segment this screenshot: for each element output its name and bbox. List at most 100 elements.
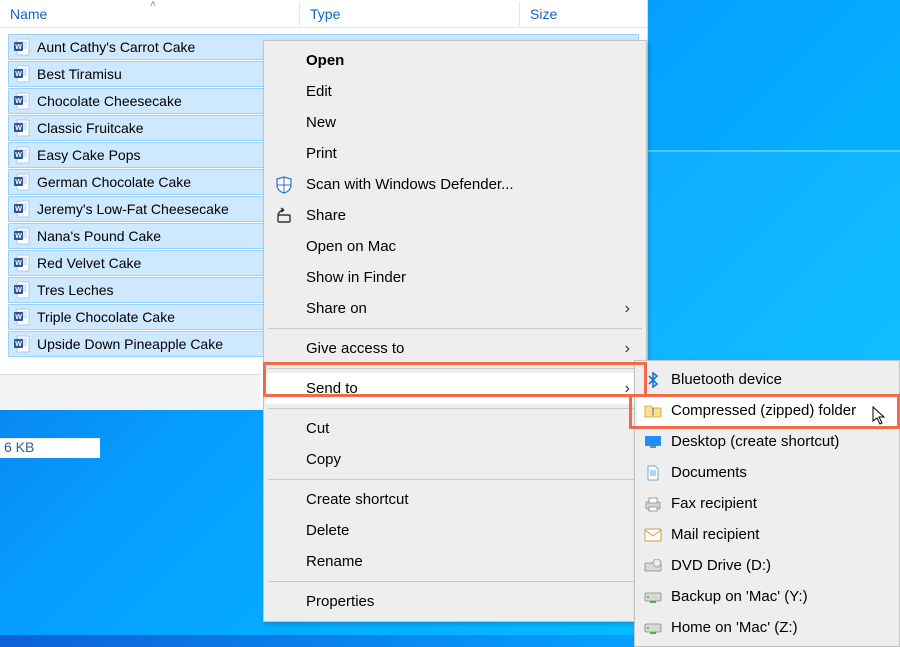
menu-new-label: New: [306, 114, 336, 131]
menu-properties-label: Properties: [306, 593, 374, 610]
context-menu: Open Edit New Print Scan with Windows De…: [263, 40, 647, 622]
menu-separator: [268, 479, 642, 480]
menu-send-to-label: Send to: [306, 380, 358, 397]
sendto-dvd-label: DVD Drive (D:): [671, 557, 771, 574]
sort-indicator-icon: ˄: [150, 0, 156, 10]
svg-text:W: W: [15, 152, 22, 159]
menu-separator: [268, 408, 642, 409]
menu-give-access-to-label: Give access to: [306, 340, 404, 357]
bluetooth-icon: [643, 370, 663, 390]
column-headers: Name ˄ Type Size: [0, 0, 647, 28]
zip-folder-icon: [643, 401, 663, 421]
sendto-compressed-folder[interactable]: Compressed (zipped) folder: [637, 395, 897, 426]
menu-open-on-mac[interactable]: Open on Mac: [266, 231, 644, 262]
sendto-dvd-drive[interactable]: DVD Drive (D:): [637, 550, 897, 581]
menu-rename-label: Rename: [306, 553, 363, 570]
menu-rename[interactable]: Rename: [266, 546, 644, 577]
word-document-icon: W: [13, 254, 31, 272]
menu-cut-label: Cut: [306, 420, 329, 437]
sendto-mail-label: Mail recipient: [671, 526, 759, 543]
word-document-icon: W: [13, 146, 31, 164]
svg-text:W: W: [15, 233, 22, 240]
menu-copy[interactable]: Copy: [266, 444, 644, 475]
sendto-submenu: Bluetooth device Compressed (zipped) fol…: [634, 360, 900, 647]
defender-shield-icon: [274, 175, 294, 195]
menu-share[interactable]: Share: [266, 200, 644, 231]
column-header-name-label: Name: [10, 6, 47, 22]
sendto-fax[interactable]: Fax recipient: [637, 488, 897, 519]
submenu-arrow-icon: ›: [625, 340, 630, 358]
menu-scan-defender-label: Scan with Windows Defender...: [306, 176, 514, 193]
menu-show-in-finder-label: Show in Finder: [306, 269, 406, 286]
status-size: 6 KB: [4, 439, 34, 455]
sendto-home-mac-label: Home on 'Mac' (Z:): [671, 619, 798, 636]
file-name-label: Red Velvet Cake: [37, 255, 141, 271]
menu-separator: [268, 581, 642, 582]
menu-send-to[interactable]: Send to ›: [266, 373, 644, 404]
sendto-mail[interactable]: Mail recipient: [637, 519, 897, 550]
menu-share-on[interactable]: Share on ›: [266, 293, 644, 324]
sendto-backup-mac[interactable]: Backup on 'Mac' (Y:): [637, 581, 897, 612]
word-document-icon: W: [13, 308, 31, 326]
file-name-label: Triple Chocolate Cake: [37, 309, 175, 325]
menu-delete-label: Delete: [306, 522, 349, 539]
menu-scan-defender[interactable]: Scan with Windows Defender...: [266, 169, 644, 200]
desktop-icon: [643, 432, 663, 452]
sendto-desktop-shortcut[interactable]: Desktop (create shortcut): [637, 426, 897, 457]
menu-properties[interactable]: Properties: [266, 586, 644, 617]
submenu-arrow-icon: ›: [625, 380, 630, 398]
svg-text:W: W: [15, 206, 22, 213]
column-header-type[interactable]: Type: [300, 2, 520, 26]
svg-text:W: W: [15, 287, 22, 294]
menu-give-access-to[interactable]: Give access to ›: [266, 333, 644, 364]
menu-open[interactable]: Open: [266, 45, 644, 76]
dvd-drive-icon: [643, 556, 663, 576]
svg-text:W: W: [15, 179, 22, 186]
network-drive-icon: [643, 587, 663, 607]
sendto-bluetooth-label: Bluetooth device: [671, 371, 782, 388]
file-name-label: Best Tiramisu: [37, 66, 122, 82]
menu-create-shortcut-label: Create shortcut: [306, 491, 409, 508]
file-name-label: German Chocolate Cake: [37, 174, 191, 190]
menu-delete[interactable]: Delete: [266, 515, 644, 546]
menu-cut[interactable]: Cut: [266, 413, 644, 444]
menu-edit-label: Edit: [306, 83, 332, 100]
sendto-documents-label: Documents: [671, 464, 747, 481]
word-document-icon: W: [13, 335, 31, 353]
menu-edit[interactable]: Edit: [266, 76, 644, 107]
svg-text:W: W: [15, 71, 22, 78]
column-header-name[interactable]: Name ˄: [0, 2, 300, 26]
menu-print[interactable]: Print: [266, 138, 644, 169]
sendto-home-mac[interactable]: Home on 'Mac' (Z:): [637, 612, 897, 643]
fax-icon: [643, 494, 663, 514]
svg-text:W: W: [15, 125, 22, 132]
word-document-icon: W: [13, 227, 31, 245]
status-bar: 6 KB: [0, 438, 100, 458]
submenu-arrow-icon: ›: [625, 300, 630, 318]
file-name-label: Easy Cake Pops: [37, 147, 141, 163]
word-document-icon: W: [13, 38, 31, 56]
documents-icon: [643, 463, 663, 483]
menu-create-shortcut[interactable]: Create shortcut: [266, 484, 644, 515]
menu-share-on-label: Share on: [306, 300, 367, 317]
horizontal-scrollbar[interactable]: [0, 374, 260, 410]
menu-print-label: Print: [306, 145, 337, 162]
file-name-label: Classic Fruitcake: [37, 120, 144, 136]
sendto-bluetooth[interactable]: Bluetooth device: [637, 364, 897, 395]
menu-separator: [268, 368, 642, 369]
svg-text:W: W: [15, 98, 22, 105]
sendto-fax-label: Fax recipient: [671, 495, 757, 512]
file-name-label: Tres Leches: [37, 282, 114, 298]
sendto-documents[interactable]: Documents: [637, 457, 897, 488]
file-name-label: Chocolate Cheesecake: [37, 93, 182, 109]
column-header-type-label: Type: [310, 6, 340, 22]
column-header-size-label: Size: [530, 6, 557, 22]
word-document-icon: W: [13, 92, 31, 110]
file-name-label: Aunt Cathy's Carrot Cake: [37, 39, 195, 55]
menu-show-in-finder[interactable]: Show in Finder: [266, 262, 644, 293]
file-name-label: Jeremy's Low-Fat Cheesecake: [37, 201, 229, 217]
menu-copy-label: Copy: [306, 451, 341, 468]
word-document-icon: W: [13, 281, 31, 299]
column-header-size[interactable]: Size: [520, 2, 647, 26]
menu-new[interactable]: New: [266, 107, 644, 138]
